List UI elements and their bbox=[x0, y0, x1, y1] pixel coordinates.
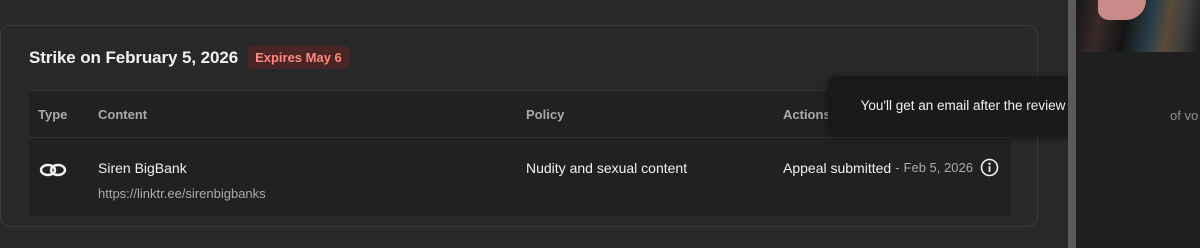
column-header-type: Type bbox=[38, 107, 68, 122]
side-panel-text: of vo bbox=[1170, 108, 1199, 123]
strike-title: Strike on February 5, 2026 bbox=[29, 47, 239, 67]
strike-header: Strike on February 5, 2026 Expires May 6 bbox=[29, 46, 349, 69]
column-header-policy: Policy bbox=[526, 107, 565, 122]
expires-badge: Expires May 6 bbox=[248, 46, 349, 69]
panel-divider bbox=[1068, 0, 1076, 248]
appeal-status: Appeal submitted bbox=[783, 159, 892, 176]
appeal-date: Feb 5, 2026 bbox=[903, 160, 973, 175]
video-thumbnail[interactable] bbox=[1076, 0, 1200, 52]
link-icon bbox=[39, 160, 67, 180]
info-icon[interactable] bbox=[980, 158, 999, 177]
action-separator: - bbox=[895, 160, 900, 175]
table-row: Siren BigBank https://linktr.ee/sirenbig… bbox=[29, 138, 1011, 216]
policy-name: Nudity and sexual content bbox=[526, 160, 688, 176]
strikes-page: Strike on February 5, 2026 Expires May 6… bbox=[0, 0, 1200, 248]
side-panel: of vo bbox=[1076, 0, 1200, 248]
content-url[interactable]: https://linktr.ee/sirenbigbanks bbox=[98, 186, 266, 201]
column-header-content: Content bbox=[98, 107, 148, 122]
content-title: Siren BigBank bbox=[98, 160, 187, 176]
action-cell: Appeal submitted - Feb 5, 2026 bbox=[783, 158, 999, 177]
column-header-actions: Actions bbox=[783, 107, 831, 122]
